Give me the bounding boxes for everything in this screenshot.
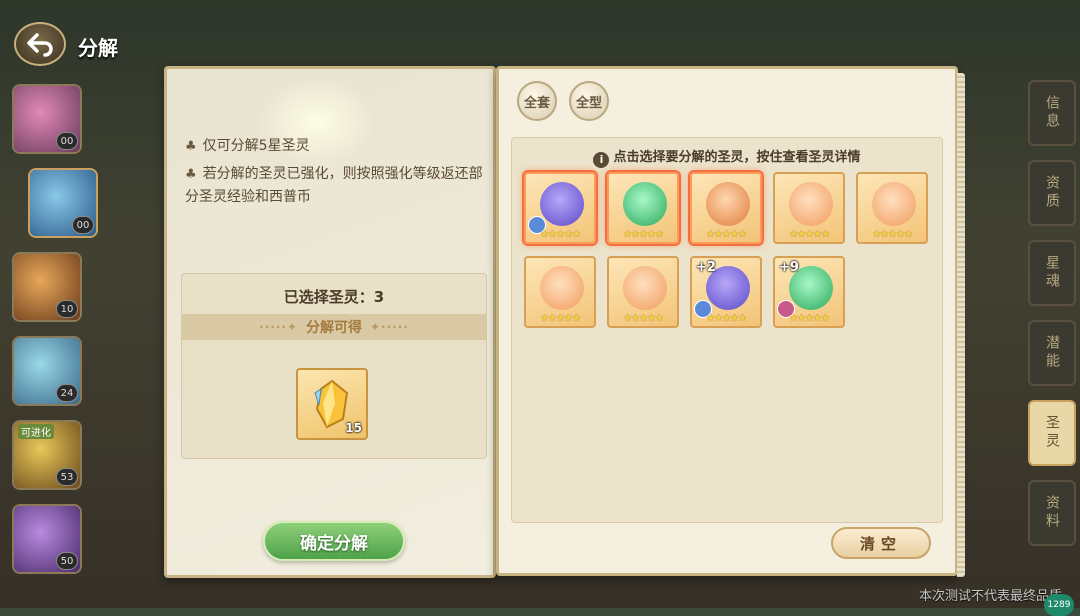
spirit-card[interactable]: ★★★★★ [524, 172, 596, 244]
selection-hint: i 点击选择要分解的圣灵，按住查看圣灵详情 [512, 146, 942, 168]
gain-header: ·····✦ 分解可得 ✦····· [182, 314, 486, 340]
pet-level-badge: 53 [56, 468, 78, 486]
test-watermark: 本次测试不代表最终品质 [918, 589, 1062, 604]
tab-holy-spirit[interactable]: 圣灵 [1028, 400, 1076, 466]
tab-data[interactable]: 资料 [1028, 480, 1076, 546]
selected-count: 已选择圣灵：3 [283, 288, 385, 306]
info-icon: i [593, 151, 610, 168]
target-icon [789, 182, 833, 226]
back-button[interactable] [14, 22, 66, 66]
rule-text: 若分解的圣灵已强化，则按照强化等级返还部分圣灵经验和西普币 [185, 166, 483, 205]
back-arrow-icon [27, 33, 53, 57]
pet-item[interactable]: 00 [12, 84, 82, 154]
spirit-grid: i 点击选择要分解的圣灵，按住查看圣灵详情 ★★★★★ ★★★★★ ★★★★★ ★… [511, 137, 943, 523]
tab-star-soul[interactable]: 星魂 [1028, 240, 1076, 306]
clear-button[interactable]: 清空 [831, 527, 931, 559]
pet-item[interactable]: 50 [12, 504, 82, 574]
pet-item[interactable]: 10 [12, 252, 82, 322]
spirit-selection-panel: 全套 全型 i 点击选择要分解的圣灵，按住查看圣灵详情 ★★★★★ ★★★★★ ★… [496, 66, 965, 577]
pet-level-badge: 24 [56, 384, 78, 402]
pet-level-badge: 00 [56, 132, 78, 150]
star-rating: ★★★★★ [623, 229, 664, 240]
enhance-level: +9 [779, 260, 799, 275]
sock-icon [872, 182, 916, 226]
gain-label: 分解可得 [306, 320, 362, 336]
enhance-level: +2 [696, 260, 716, 275]
spirit-card[interactable]: +9 ★★★★★ [773, 256, 845, 328]
clover-icon: ♣ [185, 139, 197, 154]
selection-summary: 已选择圣灵：3 ·····✦ 分解可得 ✦····· 15 [181, 273, 487, 459]
tab-info[interactable]: 信息 [1028, 80, 1076, 146]
shield-icon [540, 182, 584, 226]
spirit-card[interactable]: ★★★★★ [773, 172, 845, 244]
divider-decoration: ·····✦ [259, 320, 298, 334]
tab-potential[interactable]: 潜能 [1028, 320, 1076, 386]
star-rating: ★★★★★ [706, 229, 747, 240]
coin-badge: 1289 [1044, 594, 1074, 616]
decompose-info-panel: ♣ 仅可分解5星圣灵 ♣ 若分解的圣灵已强化，则按照强化等级返还部分圣灵经验和西普币… [164, 66, 496, 578]
star-rating: ★★★★★ [623, 313, 664, 324]
spirit-card[interactable]: +2 ★★★★★ [690, 256, 762, 328]
filter-type-button[interactable]: 全型 [569, 81, 609, 121]
star-rating: ★★★★★ [872, 229, 913, 240]
pet-level-badge: 00 [72, 216, 94, 234]
pet-item[interactable]: 24 [12, 336, 82, 406]
rule-text: 仅可分解5星圣灵 [202, 138, 310, 154]
reward-item[interactable]: 15 [296, 368, 368, 440]
star-rating: ★★★★★ [706, 313, 747, 324]
clover-icon: ♣ [185, 167, 197, 182]
spirit-card[interactable]: ★★★★★ [690, 172, 762, 244]
pet-item[interactable]: 00 [28, 168, 98, 238]
filter-suit-button[interactable]: 全套 [517, 81, 557, 121]
star-rating: ★★★★★ [789, 313, 830, 324]
pet-level-badge: 10 [56, 300, 78, 318]
rule-item: ♣ 仅可分解5星圣灵 [185, 135, 310, 158]
spirit-card[interactable]: ★★★★★ [607, 172, 679, 244]
card-icon [623, 266, 667, 310]
star-rating: ★★★★★ [540, 229, 581, 240]
confirm-decompose-button[interactable]: 确定分解 [263, 521, 405, 561]
spirit-card[interactable]: ★★★★★ [524, 256, 596, 328]
rule-item: ♣ 若分解的圣灵已强化，则按照强化等级返还部分圣灵经验和西普币 [185, 163, 485, 208]
pet-level-badge: 50 [56, 552, 78, 570]
pet-item[interactable]: 可进化 53 [12, 420, 82, 490]
star-rating: ★★★★★ [789, 229, 830, 240]
reward-quantity: 15 [345, 421, 362, 435]
eye-icon [623, 182, 667, 226]
star-rating: ★★★★★ [540, 313, 581, 324]
evolve-tag: 可进化 [18, 424, 54, 439]
hint-text: 点击选择要分解的圣灵，按住查看圣灵详情 [613, 150, 861, 165]
sock-icon [540, 266, 584, 310]
divider-decoration: ✦····· [370, 320, 409, 334]
tab-aptitude[interactable]: 资质 [1028, 160, 1076, 226]
page-title: 分解 [78, 36, 118, 60]
spirit-card[interactable]: ★★★★★ [607, 256, 679, 328]
spirit-card[interactable]: ★★★★★ [856, 172, 928, 244]
paw-icon [706, 182, 750, 226]
